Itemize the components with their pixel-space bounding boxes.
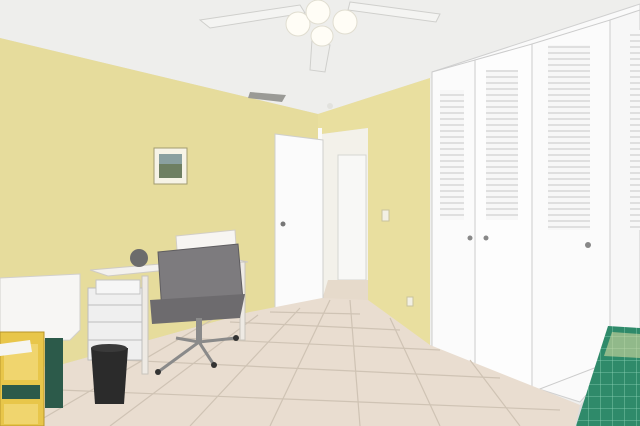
light-switch[interactable] bbox=[381, 209, 390, 222]
closet-knob-icon bbox=[585, 242, 591, 248]
wall-picture bbox=[153, 147, 188, 185]
hallway-doorway bbox=[318, 128, 368, 318]
door-knob-icon bbox=[280, 221, 286, 227]
open-door[interactable] bbox=[274, 133, 324, 319]
closet-knob-icon bbox=[483, 235, 489, 241]
smoke-detector bbox=[327, 103, 333, 109]
yellow-cart[interactable] bbox=[0, 331, 45, 426]
wall-outlet bbox=[406, 296, 414, 307]
trash-can bbox=[91, 344, 128, 404]
bedroom-photo bbox=[0, 0, 640, 426]
closet-knob-icon bbox=[467, 235, 473, 241]
desk-lamp bbox=[130, 249, 148, 267]
